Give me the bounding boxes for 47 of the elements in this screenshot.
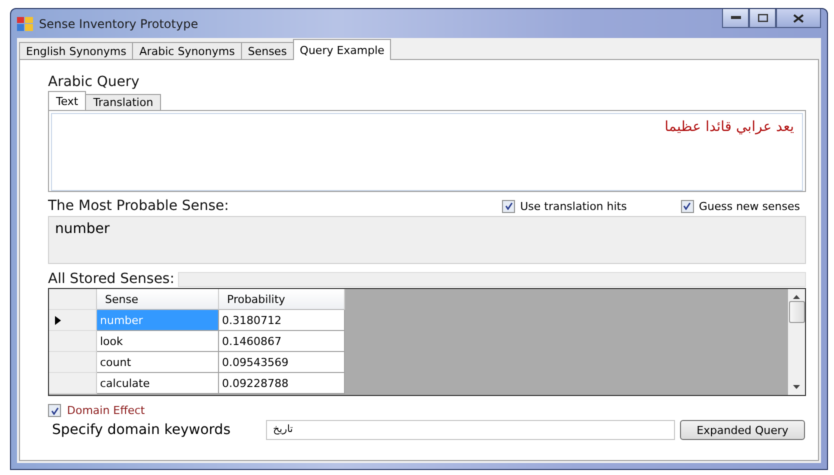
row-header[interactable] bbox=[49, 310, 97, 331]
column-header[interactable]: Probability bbox=[219, 289, 345, 310]
maximize-button[interactable] bbox=[749, 9, 776, 28]
checkbox-label: Use translation hits bbox=[520, 200, 627, 212]
tab[interactable]: Translation bbox=[85, 94, 162, 110]
corner-header bbox=[49, 289, 97, 310]
current-row-icon bbox=[55, 316, 61, 324]
minimize-button[interactable] bbox=[722, 9, 749, 28]
column-header[interactable]: Sense bbox=[97, 289, 219, 310]
section-title: All Stored Senses: bbox=[48, 271, 174, 287]
table-cell[interactable]: 0.09543569 bbox=[219, 352, 345, 373]
checkbox-label: Guess new senses bbox=[698, 200, 800, 212]
table-cell[interactable]: 0.09228788 bbox=[219, 373, 345, 394]
table-cell[interactable]: count bbox=[97, 352, 219, 373]
tab[interactable]: Arabic Synonyms bbox=[132, 42, 242, 60]
section-title: The Most Probable Sense: bbox=[48, 198, 229, 214]
tab[interactable]: English Synonyms bbox=[19, 42, 134, 60]
scroll-down-icon[interactable] bbox=[793, 385, 800, 389]
close-button[interactable] bbox=[776, 9, 821, 28]
checkmark-icon bbox=[683, 202, 692, 210]
expanded-query-button[interactable]: Expanded Query bbox=[680, 420, 805, 440]
window-title: Sense Inventory Prototype bbox=[39, 16, 198, 30]
checkbox[interactable] bbox=[680, 200, 694, 212]
section-title: Arabic Query bbox=[48, 74, 140, 90]
query-text-field[interactable]: يعد عرابي قائدا عظيما bbox=[51, 113, 803, 191]
checkbox[interactable] bbox=[48, 404, 61, 417]
scroll-up-icon[interactable] bbox=[793, 295, 800, 299]
maximize-icon bbox=[758, 14, 768, 22]
field-label: Specify domain keywords bbox=[52, 422, 232, 438]
app-icon bbox=[17, 16, 33, 30]
checkbox[interactable] bbox=[502, 200, 516, 212]
table-cell[interactable]: 0.1460867 bbox=[219, 331, 345, 352]
checkbox-label: Domain Effect bbox=[67, 404, 145, 417]
sense-output-field: number bbox=[48, 216, 806, 264]
tab[interactable]: Text bbox=[48, 91, 86, 110]
tab[interactable]: Senses bbox=[240, 42, 294, 60]
table-cell[interactable]: look bbox=[97, 331, 219, 352]
scrollbar[interactable] bbox=[788, 289, 805, 395]
scrollbar-thumb[interactable] bbox=[788, 301, 804, 323]
minimize-icon bbox=[730, 16, 740, 20]
tab[interactable]: Query Example bbox=[292, 39, 392, 60]
keywords-input[interactable]: تاريخ bbox=[266, 420, 675, 440]
checkmark-icon bbox=[504, 202, 513, 210]
close-icon bbox=[793, 14, 804, 22]
table-cell[interactable]: calculate bbox=[97, 373, 219, 394]
checkmark-icon bbox=[50, 406, 58, 414]
table-cell[interactable]: 0.3180712 bbox=[219, 310, 345, 331]
